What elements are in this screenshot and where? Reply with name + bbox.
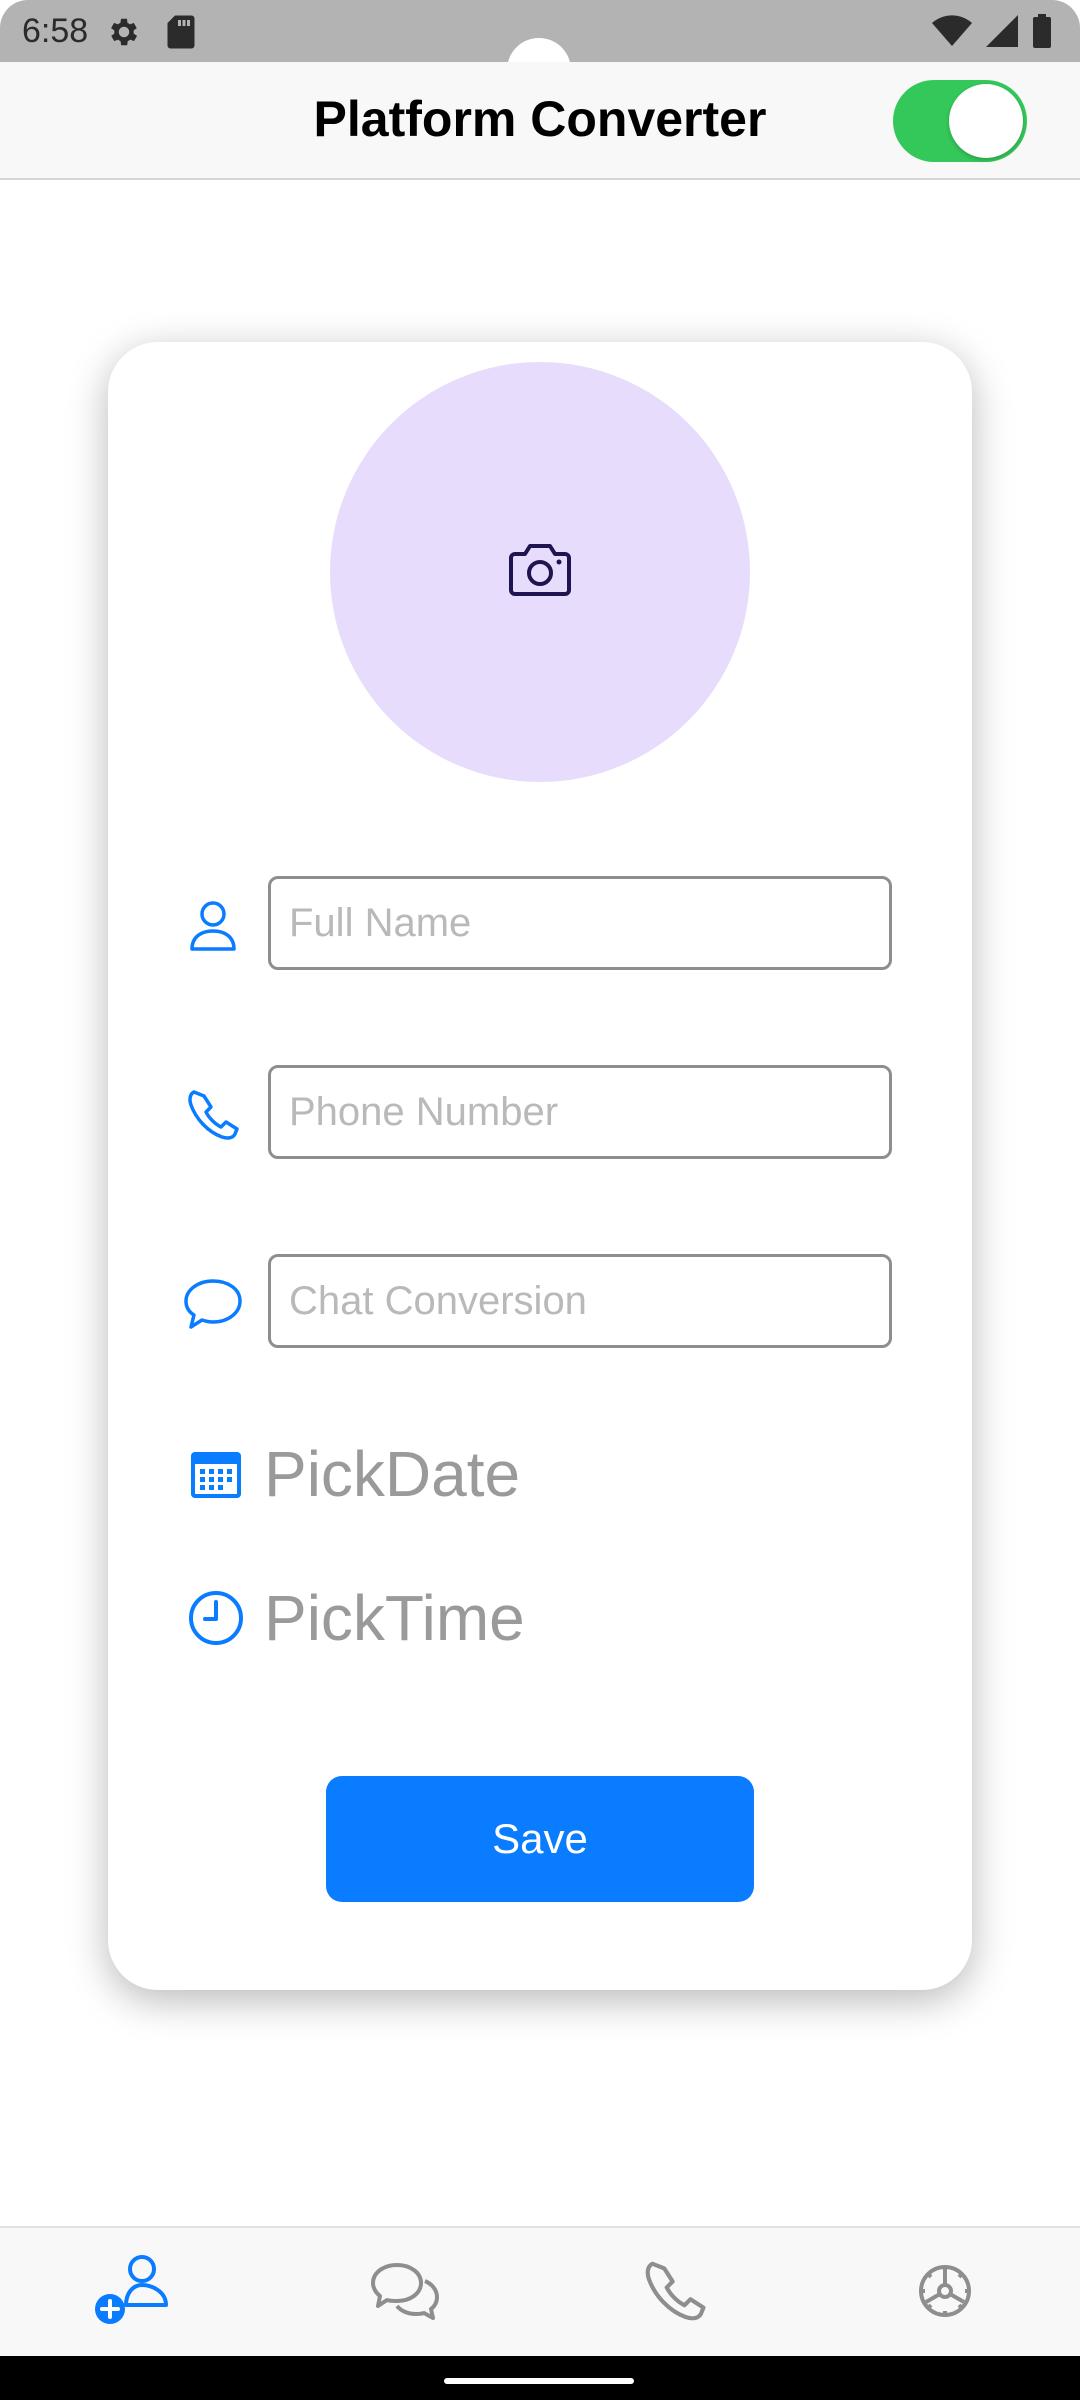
chat-conversion-input[interactable] <box>268 1254 892 1348</box>
platform-toggle[interactable] <box>893 80 1027 162</box>
gesture-bar <box>0 2356 1080 2400</box>
cell-signal-icon <box>986 15 1018 52</box>
chats-icon <box>369 2261 441 2326</box>
nav-settings[interactable] <box>900 2248 990 2338</box>
contact-form-card: PickDate PickTime Save <box>108 342 972 1990</box>
phone-number-row <box>178 1065 900 1159</box>
phone-number-input[interactable] <box>268 1065 892 1159</box>
status-right-icons <box>932 14 1052 53</box>
nav-chats[interactable] <box>360 2248 450 2338</box>
battery-icon <box>1032 14 1052 53</box>
pick-date-button[interactable]: PickDate <box>186 1434 520 1514</box>
save-button[interactable]: Save <box>326 1776 754 1902</box>
nav-calls[interactable] <box>630 2248 720 2338</box>
toggle-knob <box>949 84 1023 158</box>
app-header: Platform Converter <box>0 62 1080 180</box>
pick-time-label: PickTime <box>264 1582 525 1654</box>
nav-add-contact[interactable] <box>90 2248 180 2338</box>
bottom-nav <box>0 2226 1080 2358</box>
camera-icon <box>507 542 573 603</box>
chat-conversion-row <box>178 1254 900 1348</box>
clock-icon <box>186 1588 246 1648</box>
person-icon <box>178 896 248 956</box>
home-gesture-handle[interactable] <box>444 2378 634 2384</box>
wifi-icon <box>932 15 972 52</box>
full-name-row <box>178 876 900 970</box>
add-person-icon <box>94 2253 176 2334</box>
sd-card-icon <box>166 14 196 55</box>
phone-icon <box>178 1085 248 1145</box>
avatar-picker[interactable] <box>330 362 750 782</box>
settings-gear-icon <box>106 14 142 55</box>
full-name-input[interactable] <box>268 876 892 970</box>
pick-time-button[interactable]: PickTime <box>186 1578 525 1658</box>
chat-bubble-icon <box>178 1274 248 1334</box>
phone-icon <box>643 2259 707 2328</box>
calendar-icon <box>186 1444 246 1504</box>
status-left-icons <box>106 14 196 55</box>
pick-date-label: PickDate <box>264 1438 521 1510</box>
status-time: 6:58 <box>22 12 89 50</box>
settings-icon <box>909 2255 981 2332</box>
